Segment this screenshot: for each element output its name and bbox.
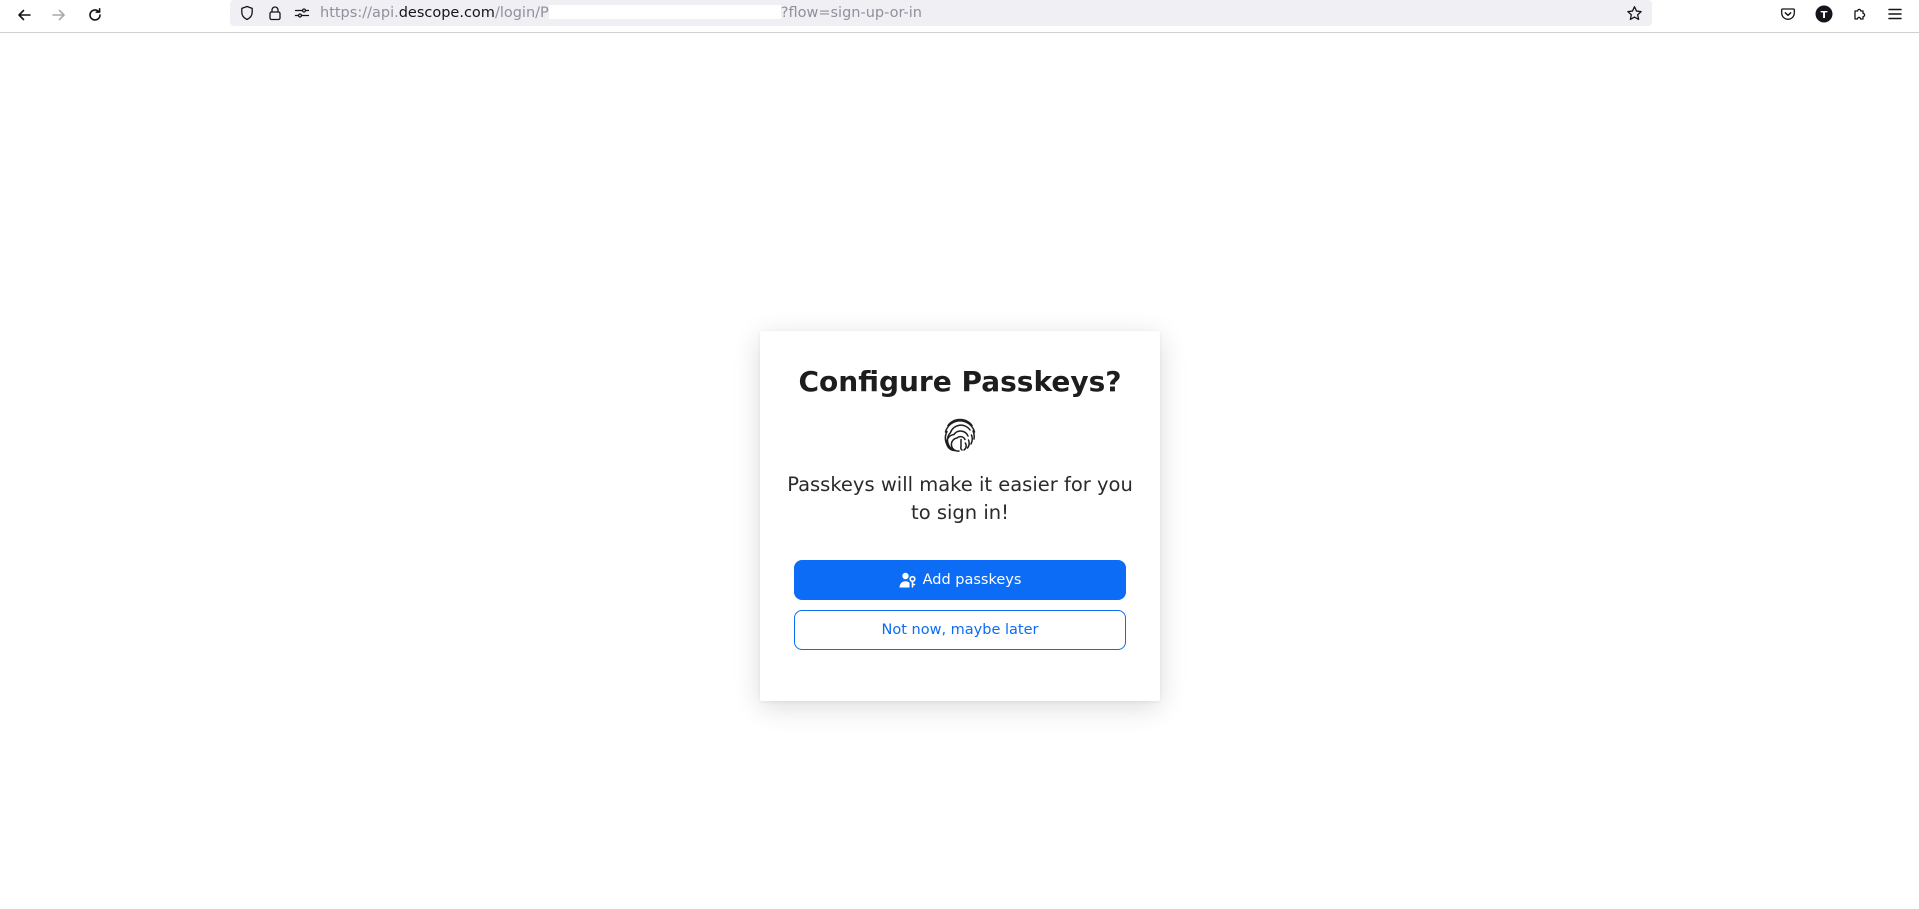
fingerprint-icon (944, 418, 976, 452)
url-text[interactable]: https://api.descope.com/login/P ?flow=sig… (320, 4, 922, 22)
add-passkeys-button[interactable]: Add passkeys (794, 560, 1126, 600)
account-avatar-icon[interactable]: T (1813, 3, 1835, 25)
hamburger-menu-icon[interactable] (1884, 3, 1906, 25)
forward-arrow-icon (52, 9, 65, 21)
shield-icon[interactable] (238, 4, 256, 22)
address-bar[interactable]: https://api.descope.com/login/P ?flow=sig… (230, 0, 1652, 26)
browser-toolbar: https://api.descope.com/login/P ?flow=sig… (0, 0, 1919, 33)
url-prefix: https://api. (320, 5, 399, 21)
url-redacted-segment (548, 5, 781, 19)
reload-button[interactable] (81, 2, 109, 28)
pocket-icon[interactable] (1777, 3, 1799, 25)
reload-icon (89, 8, 101, 21)
user-key-icon (899, 572, 916, 588)
dialog-title: Configure Passkeys? (798, 365, 1122, 398)
not-now-button[interactable]: Not now, maybe later (794, 610, 1126, 650)
passkey-dialog: Configure Passkeys? Passkeys will make i… (760, 331, 1160, 701)
url-host: descope.com (398, 5, 495, 21)
not-now-label: Not now, maybe later (881, 622, 1039, 638)
back-arrow-icon (18, 9, 31, 21)
site-permissions-icon[interactable] (293, 4, 311, 22)
forward-button[interactable] (45, 2, 73, 28)
account-initial: T (1821, 10, 1828, 21)
add-passkeys-label: Add passkeys (922, 572, 1022, 588)
back-button[interactable] (10, 2, 38, 28)
url-suffix: ?flow=sign-up-or-in (780, 5, 922, 21)
dialog-description: Passkeys will make it easier for you to … (787, 473, 1133, 524)
star-icon[interactable] (1625, 4, 1643, 22)
lock-icon[interactable] (266, 4, 284, 22)
extensions-puzzle-icon[interactable] (1849, 3, 1871, 25)
url-path: /login/P (494, 5, 549, 21)
